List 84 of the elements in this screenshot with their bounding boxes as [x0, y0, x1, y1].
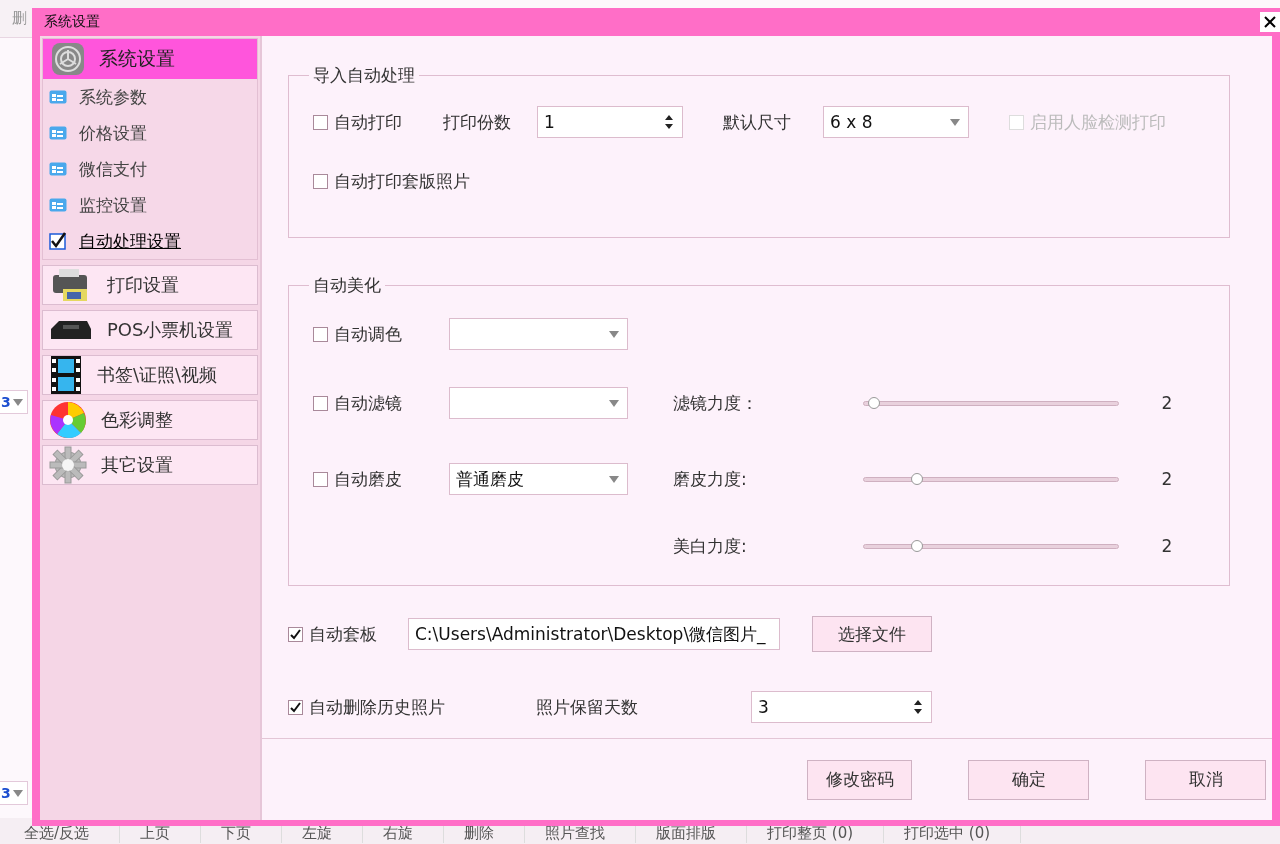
slider-label: 磨皮力度:	[673, 467, 748, 491]
window-title: 系统设置	[44, 13, 100, 31]
caret-icon[interactable]	[609, 330, 619, 338]
sidebar-group-label: POS小票机设置	[107, 318, 234, 342]
close-button[interactable]	[1260, 12, 1280, 32]
sidebar-item-label: 价格设置	[79, 121, 147, 145]
checkbox[interactable]	[313, 114, 328, 130]
caret-icon[interactable]	[13, 789, 23, 797]
sidebar-group-label: 书签\证照\视频	[97, 363, 218, 387]
sidebar-group[interactable]: 书签\证照\视频	[42, 355, 258, 395]
page-icon	[49, 197, 67, 213]
toolbar-label: 删	[12, 9, 27, 27]
slider-thumb[interactable]	[911, 539, 924, 552]
checkbox-label: 自动调色	[334, 322, 402, 346]
path-field[interactable]: C:\Users\Administrator\Desktop\微信图片_	[408, 618, 780, 650]
checkbox[interactable]	[313, 471, 328, 487]
group-title: 导入自动处理	[312, 64, 416, 87]
caret-icon[interactable]	[609, 399, 619, 407]
field-label: 默认尺寸	[723, 110, 792, 134]
sidebar-group[interactable]: 其它设置	[42, 445, 258, 485]
slider-label: 美白力度:	[673, 534, 748, 558]
page-icon	[49, 89, 67, 105]
dropdown[interactable]	[449, 387, 628, 419]
sidebar-group[interactable]: 色彩调整	[42, 400, 258, 440]
checkbox[interactable]	[288, 626, 303, 642]
slider-thumb[interactable]	[911, 472, 924, 485]
checkbox[interactable]	[313, 326, 328, 342]
spinner-arrows-icon[interactable]	[913, 698, 923, 716]
size-dropdown[interactable]: 6 x 8	[823, 106, 969, 138]
dialog-button[interactable]: 确定	[968, 759, 1089, 800]
checkbox-label: 自动打印套版照片	[334, 169, 470, 193]
slider-thumb[interactable]	[868, 396, 881, 409]
copies-spinner[interactable]: 1	[537, 106, 683, 138]
checkbox-label: 自动套板	[309, 622, 377, 646]
checkbox[interactable]	[49, 232, 67, 250]
field-label: 照片保留天数	[536, 695, 639, 719]
film-strip-icon	[49, 356, 83, 394]
sidebar-item[interactable]: 监控设置	[43, 187, 257, 223]
spinner-arrows-icon[interactable]	[664, 113, 674, 131]
field-label: 打印份数	[443, 110, 512, 134]
caret-icon[interactable]	[950, 118, 960, 126]
dialog-button[interactable]: 修改密码	[807, 759, 912, 800]
slider[interactable]	[863, 400, 1119, 406]
slider-value: 2	[1160, 393, 1174, 413]
sidebar-header-label: 系统设置	[99, 46, 175, 71]
dropdown[interactable]	[449, 318, 628, 350]
dropdown[interactable]: 普通磨皮	[449, 463, 628, 495]
sidebar-item-label: 微信支付	[79, 157, 147, 181]
dropdown[interactable]: 3	[0, 390, 28, 414]
slider-label: 滤镜力度：	[673, 391, 759, 415]
group-title: 自动美化	[312, 274, 382, 297]
choose-file-button[interactable]: 选择文件	[812, 616, 932, 652]
caret-icon[interactable]	[13, 398, 23, 406]
sidebar-item[interactable]: 微信支付	[43, 151, 257, 187]
checkbox-label: 自动打印	[334, 110, 402, 134]
sidebar-group[interactable]: POS小票机设置	[42, 310, 258, 350]
sidebar-item[interactable]: 系统参数	[43, 79, 257, 115]
sidebar-group-label: 打印设置	[107, 273, 179, 297]
page-icon	[49, 161, 67, 177]
sidebar-item-label: 系统参数	[79, 85, 147, 109]
sidebar-header[interactable]: 系统设置	[43, 39, 257, 79]
checkbox[interactable]	[313, 173, 328, 189]
checkbox-label: 启用人脸检测打印	[1030, 110, 1166, 134]
slider[interactable]	[863, 476, 1119, 482]
sidebar-group-label: 色彩调整	[101, 408, 173, 432]
sidebar-item-label: 监控设置	[79, 193, 147, 217]
dialog-button[interactable]: 取消	[1145, 759, 1266, 800]
sidebar-group[interactable]: 打印设置	[42, 265, 258, 305]
days-spinner[interactable]: 3	[751, 691, 932, 723]
slider[interactable]	[863, 543, 1119, 549]
caret-icon[interactable]	[609, 475, 619, 483]
checkbox[interactable]	[313, 395, 328, 411]
sidebar-group-label: 其它设置	[101, 453, 173, 477]
checkbox-label: 自动删除历史照片	[309, 695, 445, 719]
checkbox-label: 自动滤镜	[334, 391, 402, 415]
checkbox[interactable]	[288, 699, 303, 715]
checkbox-label: 自动磨皮	[334, 467, 402, 491]
settings-icon	[51, 42, 85, 76]
color-wheel-icon	[49, 401, 87, 439]
slider-value: 2	[1160, 536, 1174, 556]
dropdown[interactable]: 3	[0, 781, 28, 805]
slider-value: 2	[1160, 469, 1174, 489]
sidebar-item[interactable]: 价格设置	[43, 115, 257, 151]
page-icon	[49, 125, 67, 141]
